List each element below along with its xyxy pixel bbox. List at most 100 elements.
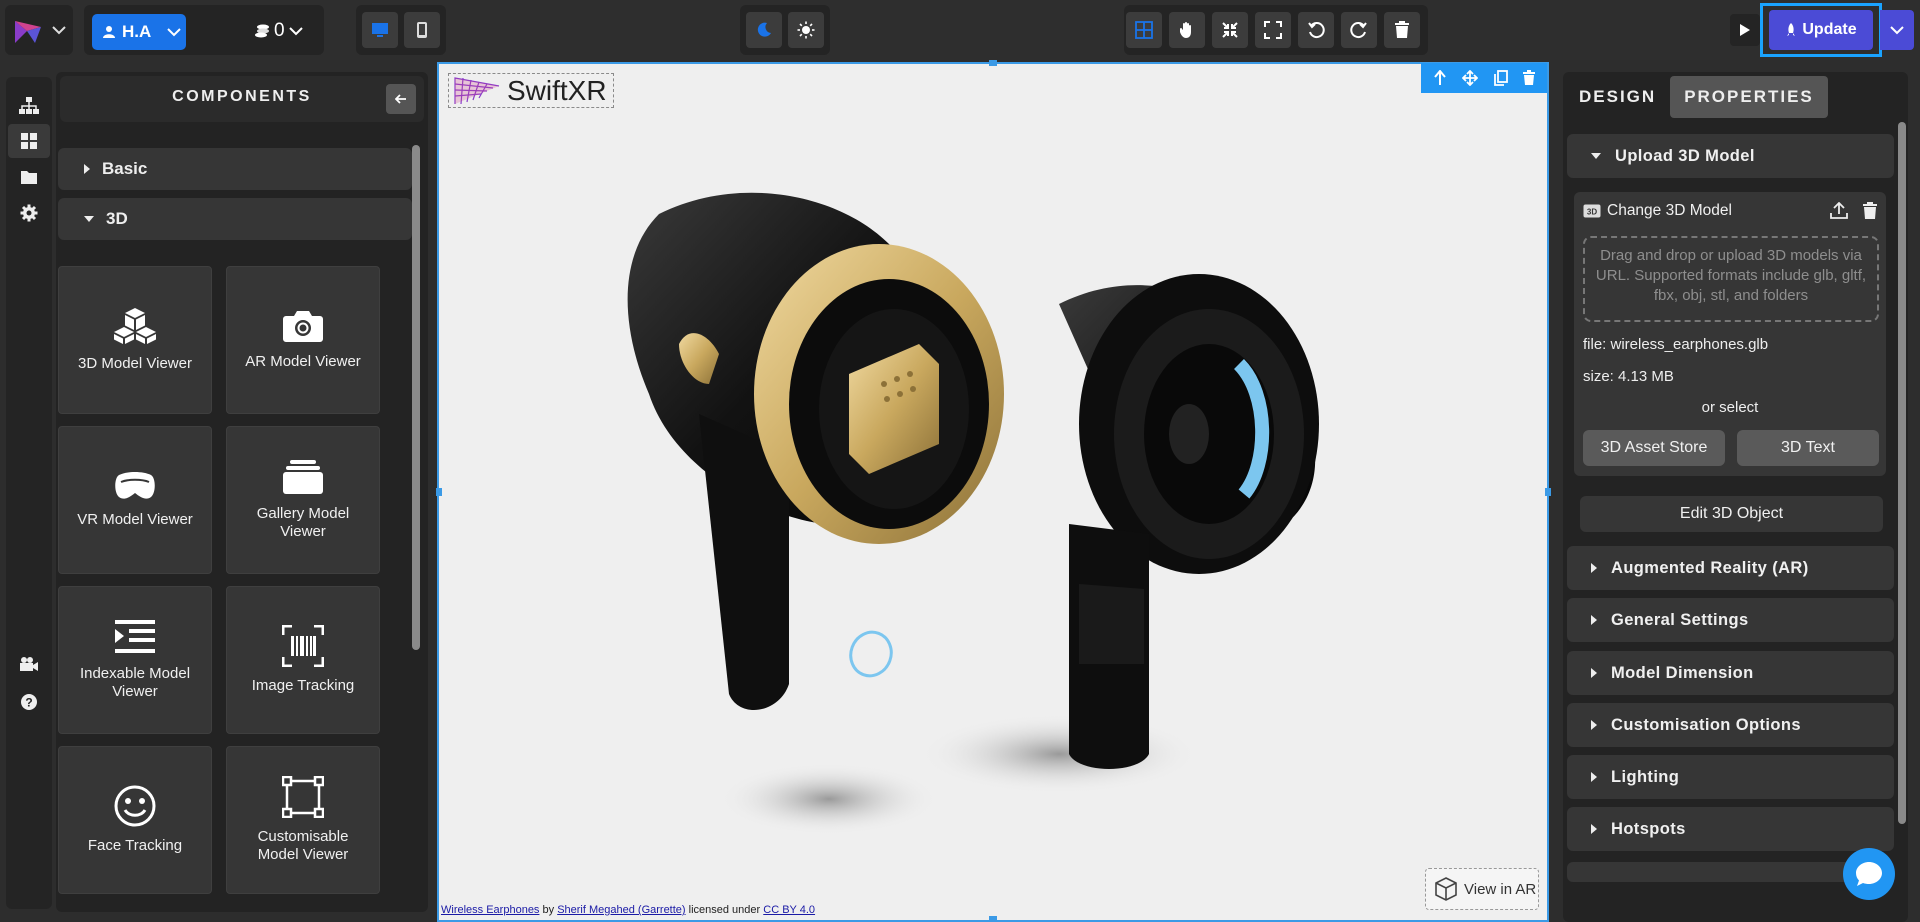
section-label: Hotspots [1611,819,1686,838]
tab-properties[interactable]: PROPERTIES [1670,76,1828,118]
assets-folder-button[interactable] [14,162,44,192]
section-general-settings[interactable]: General Settings [1567,598,1894,642]
collapse-button[interactable] [1212,12,1248,48]
tutorials-button[interactable] [14,649,44,679]
sitemap-icon [19,97,39,114]
selection-toolbar [1421,63,1547,93]
tile-label: AR Model Viewer [245,353,361,370]
logo-text: SwiftXR [507,74,607,106]
chevron-down-icon [52,26,66,35]
tile-image-tracking[interactable]: Image Tracking [226,586,380,734]
grid-button[interactable] [1126,12,1162,48]
collapse-panel-button[interactable] [386,84,416,114]
ar-cube-icon [1435,877,1457,901]
redo-icon [1350,22,1367,39]
earphones-3d-model[interactable] [439,64,1547,920]
layers-tree-button[interactable] [14,91,44,121]
tile-label: Image Tracking [251,677,355,694]
tile-ar-model-viewer[interactable]: AR Model Viewer [226,266,380,414]
rocket-icon [1787,23,1796,36]
barcode-scan-icon [282,625,324,667]
help-button[interactable]: ? [14,687,44,717]
section-customisation-options[interactable]: Customisation Options [1567,703,1894,747]
section-hotspots[interactable]: Hotspots [1567,807,1894,851]
model-link[interactable]: Wireless Earphones [441,904,539,916]
section-lighting[interactable]: Lighting [1567,755,1894,799]
redo-button[interactable] [1341,12,1377,48]
section-label: Lighting [1611,767,1680,786]
light-mode-button[interactable] [788,12,824,48]
properties-scrollbar[interactable] [1898,122,1906,824]
selection-handle[interactable] [1545,488,1551,496]
tile-3d-model-viewer[interactable]: 3D Model Viewer [58,266,212,414]
camera-icon [283,311,323,342]
theme-toggle [740,5,830,55]
3d-text-button[interactable]: 3D Text [1737,430,1879,466]
app-menu[interactable] [5,5,73,55]
model-credit: Wireless Earphones by Sherif Megahed (Ga… [441,904,815,916]
undo-button[interactable] [1298,12,1334,48]
compress-icon [1222,22,1238,38]
gallery-stack-icon [283,460,323,494]
tile-customisable-model-viewer[interactable]: Customisable Model Viewer [226,746,380,894]
move-icon[interactable] [1462,70,1479,86]
selection-handle[interactable] [989,916,997,922]
svg-text:?: ? [25,696,32,710]
accordion-basic-label: Basic [102,159,148,178]
components-scrollbar[interactable] [412,145,420,650]
settings-button[interactable] [14,198,44,228]
section-augmented-reality[interactable]: Augmented Reality (AR) [1567,546,1894,590]
tab-design[interactable]: DESIGN [1563,76,1670,118]
change-model-row: 3D Change 3D Model [1583,202,1732,220]
license-link[interactable]: CC BY 4.0 [763,904,815,916]
or-select-label: or select [1701,399,1759,416]
editor-canvas[interactable] [437,62,1549,922]
components-button[interactable] [8,124,50,158]
view-in-ar-button[interactable]: View in AR [1425,868,1539,910]
pan-button[interactable] [1169,12,1205,48]
accordion-basic[interactable]: Basic [58,148,412,190]
user-menu-button[interactable]: H.A [92,14,186,50]
tile-gallery-model-viewer[interactable]: Gallery Model Viewer [226,426,380,574]
preview-button[interactable] [1730,14,1760,46]
edit-3d-object-button[interactable]: Edit 3D Object [1580,496,1883,532]
section-upload-3d-model[interactable]: Upload 3D Model [1567,134,1894,178]
accordion-3d[interactable]: 3D [58,198,412,240]
fullscreen-button[interactable] [1255,12,1291,48]
smiley-icon [114,785,156,827]
caret-down-icon [84,216,94,222]
cubes-icon [114,308,156,344]
credits-button[interactable]: 0 [254,16,303,46]
caret-right-icon [1591,563,1597,573]
upload-icon[interactable] [1830,202,1848,220]
mobile-view-button[interactable] [404,12,440,48]
swiftxr-logo-icon [454,76,500,104]
svg-text:3D: 3D [1587,208,1597,217]
update-options-button[interactable] [1880,10,1914,50]
selection-handle[interactable] [436,488,442,496]
asset-store-button[interactable]: 3D Asset Store [1583,430,1725,466]
selection-handle[interactable] [989,60,997,66]
delete-button[interactable] [1384,12,1420,48]
tile-face-tracking[interactable]: Face Tracking [58,746,212,894]
caret-right-icon [1591,720,1597,730]
trash-icon[interactable] [1862,202,1878,220]
desktop-icon [372,23,388,37]
section-model-dimension[interactable]: Model Dimension [1567,651,1894,695]
trash-icon[interactable] [1523,70,1536,86]
vr-headset-icon [115,472,155,499]
chevron-down-icon [1890,25,1904,34]
author-link[interactable]: Sherif Megahed (Garrette) [557,904,685,916]
chat-support-button[interactable] [1843,848,1895,900]
desktop-view-button[interactable] [362,12,398,48]
update-button[interactable]: Update [1769,10,1873,50]
copy-icon[interactable] [1493,70,1508,86]
tile-label: VR Model Viewer [77,511,193,528]
tile-indexable-model-viewer[interactable]: Indexable Model Viewer [58,586,212,734]
folder-icon [21,171,37,184]
canvas-logo[interactable]: SwiftXR [448,73,614,108]
dark-mode-button[interactable] [746,12,782,48]
tile-vr-model-viewer[interactable]: VR Model Viewer [58,426,212,574]
model-drop-zone[interactable]: Drag and drop or upload 3D models via UR… [1583,236,1879,322]
arrow-up-icon[interactable] [1433,70,1447,86]
